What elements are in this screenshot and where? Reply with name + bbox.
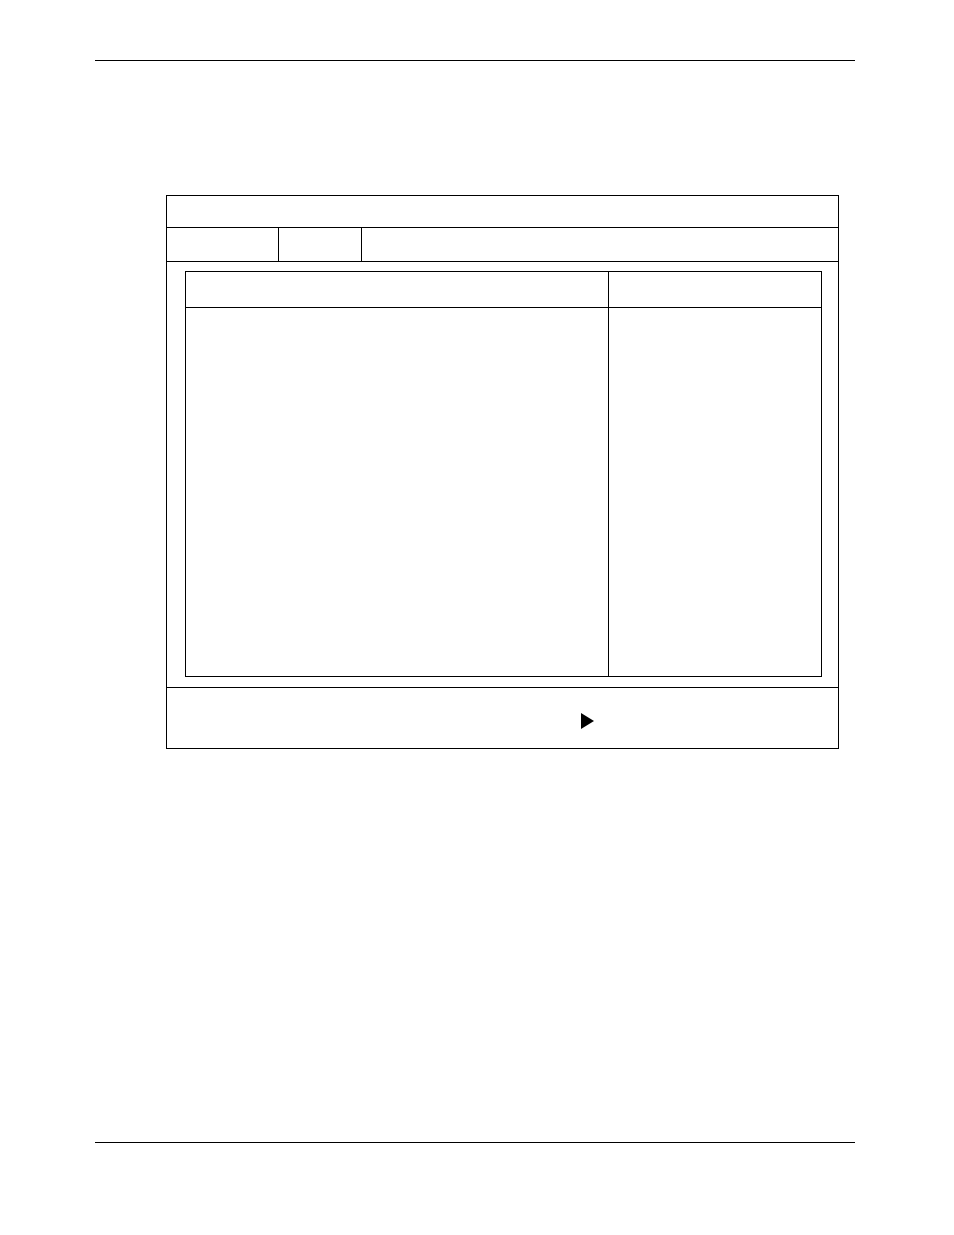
inner-header-left [186, 272, 609, 307]
columns-header-row [167, 228, 838, 262]
main-figure-box [166, 195, 839, 749]
inner-header-right [609, 272, 821, 307]
document-page [0, 0, 954, 1235]
col-a [167, 228, 279, 261]
inner-body-left [186, 308, 609, 676]
top-rule [95, 60, 855, 61]
inner-table-header [186, 272, 821, 308]
inner-body-right [609, 308, 821, 676]
play-icon [581, 713, 594, 729]
bottom-rule [95, 1142, 855, 1143]
inner-table [185, 271, 822, 677]
inner-area [167, 262, 838, 687]
col-c [362, 228, 838, 261]
figure-footer-row [167, 687, 838, 745]
inner-table-body [186, 308, 821, 676]
col-b [279, 228, 362, 261]
figure-title-row [167, 196, 838, 228]
